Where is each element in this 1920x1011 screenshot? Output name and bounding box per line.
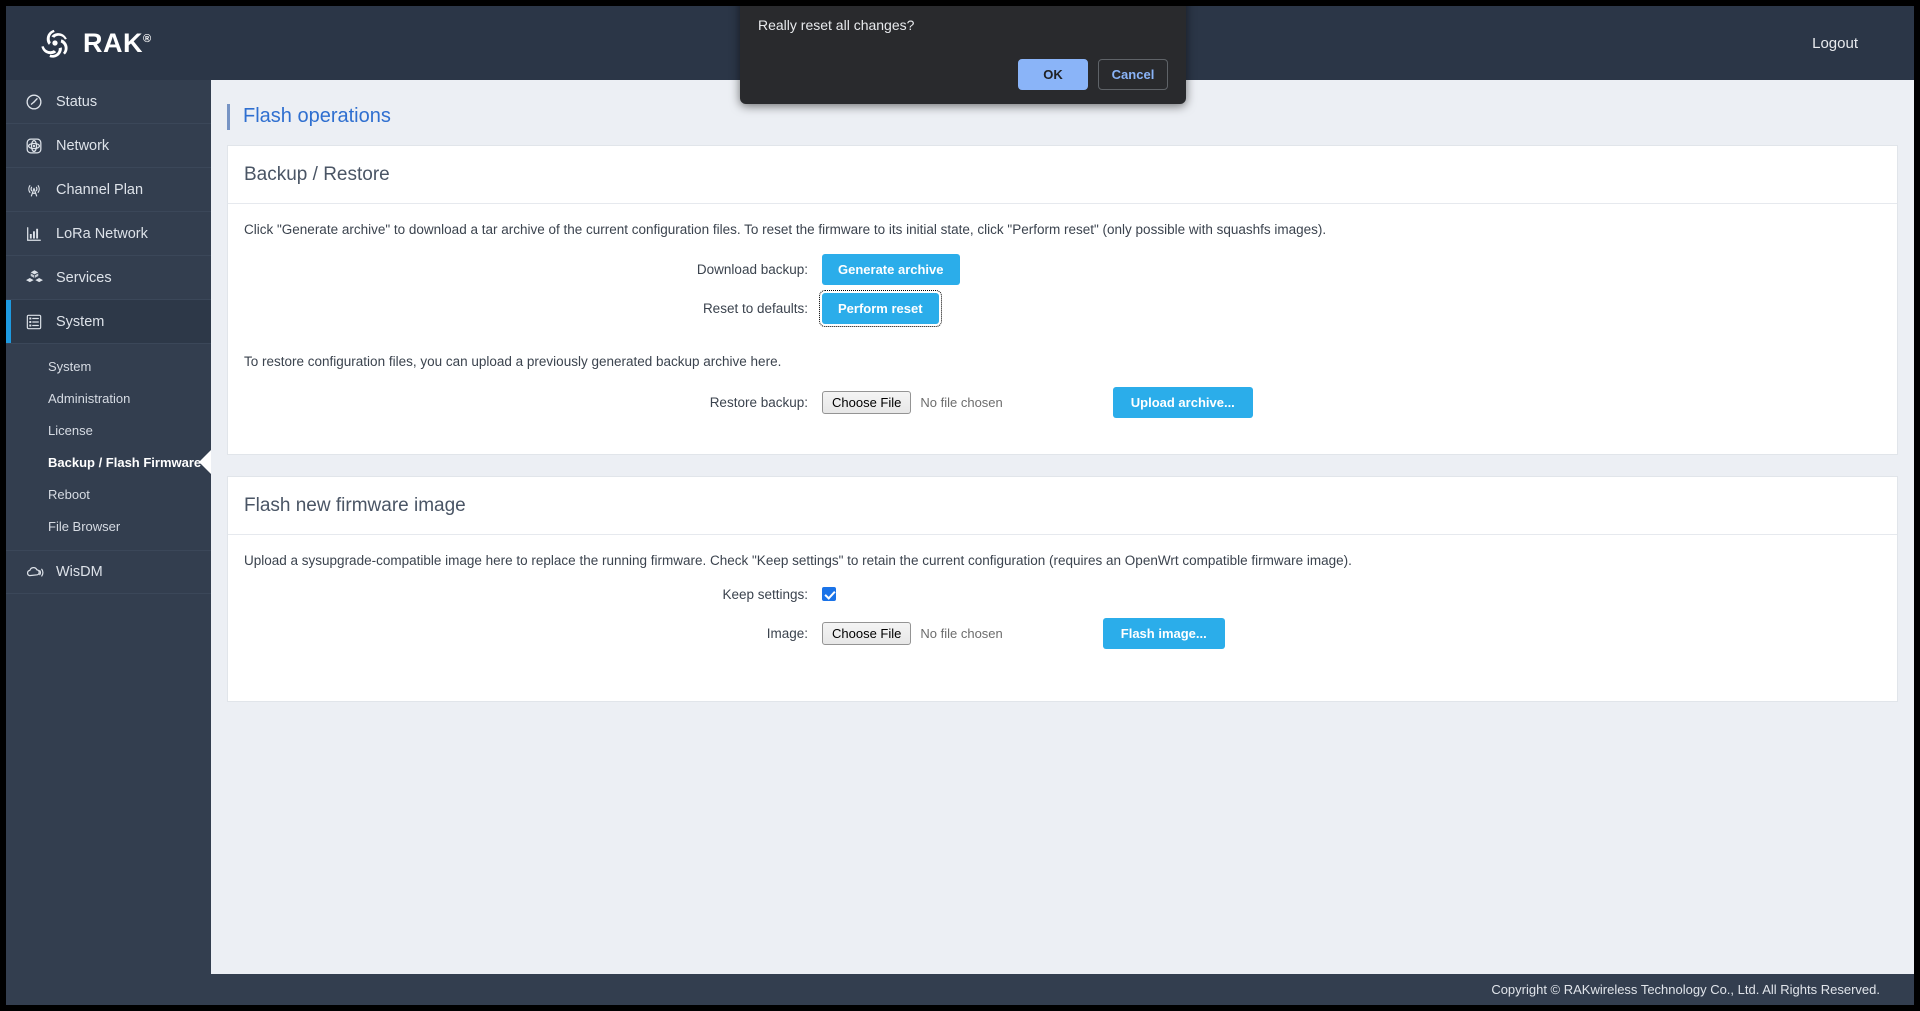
download-backup-label: Download backup: xyxy=(696,262,808,278)
confirm-actions: OK Cancel xyxy=(1018,59,1168,90)
sidebar-item-network[interactable]: Network xyxy=(6,124,211,168)
restore-choose-file-button[interactable]: Choose File xyxy=(822,390,912,414)
flash-description: Upload a sysupgrade-compatible image her… xyxy=(244,552,1352,568)
sidebar-item-label: Services xyxy=(56,269,112,286)
reset-defaults-row: Reset to defaults: Perform reset xyxy=(244,290,1881,328)
sidebar-item-label: LoRa Network xyxy=(56,225,148,242)
image-choose-file-button[interactable]: Choose File xyxy=(822,621,912,645)
image-file-input[interactable]: Choose File No file chosen xyxy=(822,621,1003,645)
sidebar-subitem-license[interactable]: License xyxy=(6,414,211,446)
sidebar-item-lora-network[interactable]: LoRa Network xyxy=(6,212,211,256)
backup-restore-panel: Backup / Restore Click "Generate archive… xyxy=(227,145,1898,455)
network-atom-icon xyxy=(24,136,44,156)
image-label: Image: xyxy=(766,625,808,641)
title-accent-bar xyxy=(227,103,230,130)
sidebar-subitem-label: License xyxy=(48,422,93,438)
sidebar-subitem-label: File Browser xyxy=(48,518,121,534)
cubes-icon xyxy=(24,268,44,288)
restore-file-status: No file chosen xyxy=(920,394,1003,410)
system-list-icon xyxy=(24,312,44,332)
sidebar-subitem-backup-flash-firmware[interactable]: Backup / Flash Firmware xyxy=(6,446,212,478)
brand-logo[interactable]: RAK® xyxy=(38,26,152,60)
keep-settings-checkbox[interactable] xyxy=(822,587,836,602)
registered-mark: ® xyxy=(143,32,152,45)
sidebar-item-wisdm[interactable]: WisDM xyxy=(6,550,211,594)
sidebar-subitem-administration[interactable]: Administration xyxy=(6,382,211,414)
sidebar-subitem-file-browser[interactable]: File Browser xyxy=(6,510,211,542)
generate-archive-button[interactable]: Generate archive xyxy=(822,254,960,286)
brand-name: RAK® xyxy=(83,27,152,58)
sidebar-subitem-reboot[interactable]: Reboot xyxy=(6,478,211,510)
sidebar-item-system[interactable]: System xyxy=(6,300,211,344)
download-backup-row: Download backup: Generate archive xyxy=(244,254,1881,286)
sidebar-item-label: Network xyxy=(56,137,110,154)
image-file-status: No file chosen xyxy=(920,625,1003,641)
logout-link[interactable]: Logout xyxy=(1812,35,1858,52)
app-window: RAK® Logout Status Network Channel Plan … xyxy=(6,6,1914,1005)
perform-reset-button[interactable]: Perform reset xyxy=(819,290,942,328)
main-content: Flash operations Backup / Restore Click … xyxy=(211,80,1914,1005)
backup-restore-heading: Backup / Restore xyxy=(228,146,1897,204)
sidebar-subitem-system[interactable]: System xyxy=(6,350,211,382)
sidebar-item-label: WisDM xyxy=(56,564,103,580)
confirm-dialog: y Really reset all changes? OK Cancel xyxy=(740,6,1186,104)
reset-defaults-label: Reset to defaults: xyxy=(702,301,808,317)
confirm-cancel-button[interactable]: Cancel xyxy=(1098,59,1168,90)
confirm-ok-button[interactable]: OK xyxy=(1018,59,1088,90)
copyright-text: Copyright © RAKwireless Technology Co., … xyxy=(1491,982,1880,997)
cloud-signal-icon xyxy=(24,562,44,582)
bar-chart-icon xyxy=(24,224,44,244)
antenna-broadcast-icon xyxy=(24,180,44,200)
confirm-clipped-line: y xyxy=(758,6,1168,8)
sidebar-subitem-label: Reboot xyxy=(48,486,90,502)
sidebar-subitem-label: System xyxy=(48,358,92,374)
restore-description: To restore configuration files, you can … xyxy=(244,354,782,370)
restore-backup-row: Restore backup: Choose File No file chos… xyxy=(244,386,1881,418)
flash-firmware-panel: Flash new firmware image Upload a sysupg… xyxy=(227,475,1898,702)
sidebar-item-label: Channel Plan xyxy=(56,181,144,198)
confirm-message: Really reset all changes? xyxy=(758,17,915,33)
sidebar-item-label: Status xyxy=(56,93,98,110)
gauge-icon xyxy=(24,92,44,112)
flash-firmware-heading: Flash new firmware image xyxy=(228,477,1897,535)
page-title: Flash operations xyxy=(243,105,391,127)
sidebar-submenu: System Administration License Backup / F… xyxy=(6,344,212,550)
sidebar-nav: Status Network Channel Plan LoRa Network… xyxy=(6,80,212,1005)
sidebar-item-services[interactable]: Services xyxy=(6,256,211,300)
sidebar-subitem-label: Administration xyxy=(48,390,131,406)
backup-description: Click "Generate archive" to download a t… xyxy=(244,222,1327,237)
flash-firmware-body: Upload a sysupgrade-compatible image her… xyxy=(228,535,1897,701)
restore-backup-label: Restore backup: xyxy=(709,394,808,410)
image-row: Image: Choose File No file chosen Flash … xyxy=(244,617,1881,649)
sidebar-item-channel-plan[interactable]: Channel Plan xyxy=(6,168,211,212)
backup-restore-body: Click "Generate archive" to download a t… xyxy=(228,204,1897,454)
keep-settings-row: Keep settings: xyxy=(244,587,1881,602)
sidebar-subitem-label: Backup / Flash Firmware xyxy=(48,454,202,470)
flash-image-button[interactable]: Flash image... xyxy=(1102,617,1225,649)
upload-archive-button[interactable]: Upload archive... xyxy=(1112,386,1253,418)
sidebar-item-label: System xyxy=(56,313,105,330)
keep-settings-label: Keep settings: xyxy=(722,586,808,602)
sidebar-item-status[interactable]: Status xyxy=(6,80,211,124)
restore-backup-file-input[interactable]: Choose File No file chosen xyxy=(822,390,1003,414)
app-footer: Copyright © RAKwireless Technology Co., … xyxy=(6,974,1914,1005)
rak-spiral-logo-icon xyxy=(38,26,72,60)
